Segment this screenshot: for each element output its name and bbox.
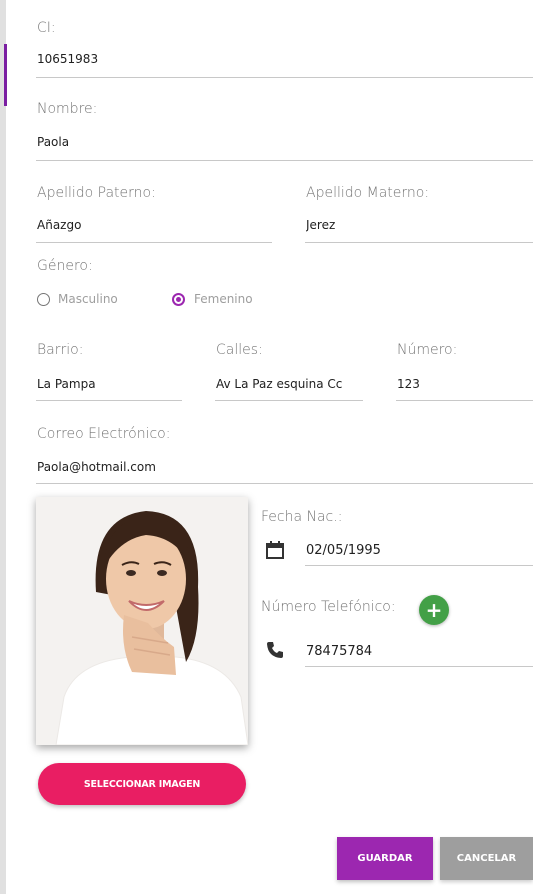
profile-photo xyxy=(36,497,248,745)
correo-label: Correo Electrónico: xyxy=(37,426,171,442)
correo-underline xyxy=(36,483,533,484)
radio-femenino[interactable] xyxy=(172,293,185,306)
add-phone-button[interactable]: + xyxy=(419,595,449,625)
genero-label: Género: xyxy=(37,258,93,274)
correo-field[interactable]: Paola@hotmail.com xyxy=(37,460,527,474)
apellido-paterno-label: Apellido Paterno: xyxy=(37,185,156,201)
calles-field[interactable]: Av La Paz esquina Cc xyxy=(216,377,362,391)
phone-icon xyxy=(267,642,283,658)
select-image-button[interactable]: SELECCIONAR IMAGEN xyxy=(38,763,246,805)
nombre-field[interactable]: Paola xyxy=(37,135,527,149)
ci-underline xyxy=(36,77,533,78)
profile-photo-illustration xyxy=(36,497,248,745)
apellido-paterno-underline xyxy=(36,242,272,243)
calles-label: Calles: xyxy=(216,342,263,358)
telefono-field[interactable]: 78475784 xyxy=(306,644,528,659)
numero-field[interactable]: 123 xyxy=(397,377,527,391)
barrio-label: Barrio: xyxy=(37,342,84,358)
apellido-materno-underline xyxy=(305,242,533,243)
fecha-nac-label: Fecha Nac.: xyxy=(261,509,343,525)
ci-field[interactable]: 10651983 xyxy=(37,52,527,66)
apellido-materno-label: Apellido Materno: xyxy=(306,185,430,201)
fecha-nac-underline xyxy=(305,565,533,566)
numero-label: Número: xyxy=(397,342,458,358)
radio-femenino-label: Femenino xyxy=(194,292,253,306)
apellido-materno-field[interactable]: Jerez xyxy=(306,218,528,232)
barrio-field[interactable]: La Pampa xyxy=(37,377,177,391)
left-rail xyxy=(0,0,6,894)
calles-underline xyxy=(215,400,363,401)
save-button[interactable]: GUARDAR xyxy=(337,837,433,880)
telefono-underline xyxy=(305,666,533,667)
barrio-underline xyxy=(36,400,182,401)
radio-masculino[interactable] xyxy=(37,293,50,306)
fecha-nac-field[interactable]: 02/05/1995 xyxy=(306,543,528,558)
active-indicator xyxy=(4,44,7,106)
ci-label: CI: xyxy=(37,20,56,36)
numero-underline xyxy=(396,400,533,401)
apellido-paterno-field[interactable]: Añazgo xyxy=(37,218,267,232)
telefono-label: Número Telefónico: xyxy=(261,599,396,615)
cancel-button[interactable]: CANCELAR xyxy=(440,837,533,880)
calendar-icon xyxy=(266,541,284,559)
nombre-underline xyxy=(36,160,533,161)
radio-masculino-label: Masculino xyxy=(58,292,118,306)
nombre-label: Nombre: xyxy=(37,101,98,117)
